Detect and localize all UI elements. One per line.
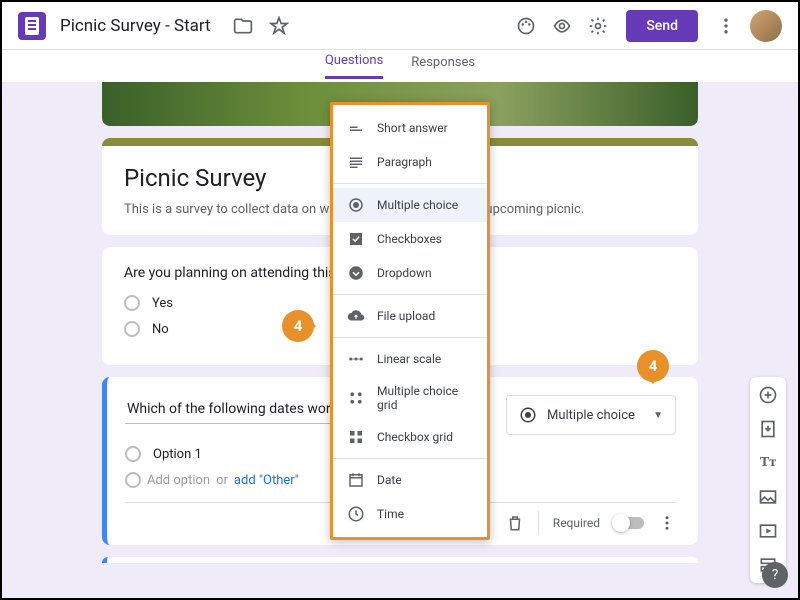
question-type-selector[interactable]: Multiple choice ▼ <box>506 395 676 435</box>
radio-icon <box>347 196 365 214</box>
add-image-icon[interactable] <box>756 485 780 509</box>
linear-scale-icon <box>347 350 365 368</box>
radio-icon <box>124 321 140 337</box>
chevron-down-icon: ▼ <box>653 410 663 421</box>
dd-mc-grid[interactable]: Multiple choice grid <box>333 376 487 420</box>
send-button[interactable]: Send <box>626 10 698 42</box>
topbar: Picnic Survey - Start Send <box>2 2 798 50</box>
move-to-folder-icon[interactable] <box>227 10 259 42</box>
radio-icon <box>125 446 141 462</box>
dd-paragraph[interactable]: Paragraph <box>333 145 487 179</box>
question-type-dropdown: Short answer Paragraph Multiple choice C… <box>330 102 490 540</box>
required-label: Required <box>553 516 600 530</box>
add-video-icon[interactable] <box>756 519 780 543</box>
dd-checkbox-grid[interactable]: Checkbox grid <box>333 420 487 454</box>
calendar-icon <box>347 471 365 489</box>
side-toolbar: Tᴛ <box>750 377 786 583</box>
more-icon[interactable] <box>658 514 676 532</box>
add-question-icon[interactable] <box>756 383 780 407</box>
forms-logo-icon[interactable] <box>18 12 46 40</box>
cloud-upload-icon <box>347 307 365 325</box>
dd-multiple-choice[interactable]: Multiple choice <box>333 188 487 222</box>
dd-date[interactable]: Date <box>333 463 487 497</box>
preview-icon[interactable] <box>546 10 578 42</box>
tab-responses[interactable]: Responses <box>411 55 475 78</box>
palette-icon[interactable] <box>510 10 542 42</box>
import-questions-icon[interactable] <box>756 417 780 441</box>
dd-time[interactable]: Time <box>333 497 487 531</box>
tab-questions[interactable]: Questions <box>325 53 383 79</box>
grid-radio-icon <box>347 389 365 407</box>
dd-linear-scale[interactable]: Linear scale <box>333 342 487 376</box>
dd-short-answer[interactable]: Short answer <box>333 111 487 145</box>
dropdown-icon <box>347 264 365 282</box>
document-title[interactable]: Picnic Survey - Start <box>60 16 211 36</box>
callout-4a: 4 <box>282 310 314 342</box>
delete-icon[interactable] <box>506 514 524 532</box>
radio-icon <box>124 295 140 311</box>
dd-dropdown[interactable]: Dropdown <box>333 256 487 290</box>
paragraph-icon <box>347 153 365 171</box>
add-option[interactable]: Add option <box>147 473 210 488</box>
add-other-link[interactable]: add "Other" <box>234 473 299 488</box>
required-toggle[interactable] <box>614 517 644 529</box>
dd-file-upload[interactable]: File upload <box>333 299 487 333</box>
avatar[interactable] <box>750 10 782 42</box>
grid-checkbox-icon <box>347 428 365 446</box>
next-card-peek <box>102 557 698 563</box>
checkbox-icon <box>347 230 365 248</box>
settings-icon[interactable] <box>582 10 614 42</box>
radio-icon <box>519 406 537 424</box>
more-icon[interactable] <box>710 10 742 42</box>
tabs: Questions Responses <box>2 50 798 82</box>
radio-icon <box>125 472 141 488</box>
help-icon[interactable]: ? <box>762 562 788 588</box>
dd-checkboxes[interactable]: Checkboxes <box>333 222 487 256</box>
add-title-icon[interactable]: Tᴛ <box>756 451 780 475</box>
star-icon[interactable] <box>263 10 295 42</box>
clock-icon <box>347 505 365 523</box>
short-answer-icon <box>347 119 365 137</box>
callout-4b: 4 <box>637 350 669 382</box>
